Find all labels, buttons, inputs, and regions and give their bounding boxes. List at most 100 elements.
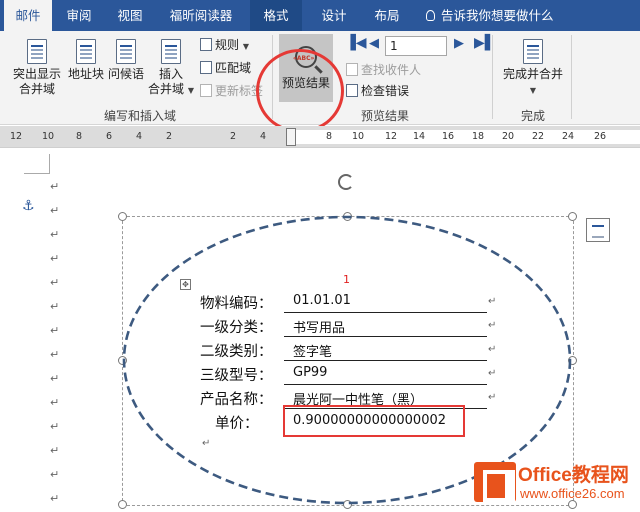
match-fields-label: 匹配域 [215,61,252,75]
highlight-circle [256,49,344,133]
group-separator [571,35,572,119]
find-recipient-label: 查找收件人 [361,63,422,77]
watermark-title: Office教程网 [518,465,629,486]
rules-icon [200,38,212,51]
match-fields-icon [200,61,212,74]
underline [284,312,487,313]
group-separator [492,35,493,119]
tab-design[interactable]: 设计 [308,0,360,31]
tab-foxit-reader[interactable]: 福昕阅读器 [158,0,244,31]
ruler-number: 24 [562,131,575,142]
table-move-handle-icon[interactable]: ✥ [180,279,191,290]
ruler-number: 10 [42,131,55,142]
unit-price-highlight-box [283,405,465,437]
field-label-unit-price: 单价： [215,416,259,432]
highlight-fields-icon [27,39,47,64]
check-errors-icon [346,84,358,97]
underline [284,336,487,337]
ruler-number: 20 [502,131,515,142]
tell-me-box[interactable]: 告诉我你想要做什么 [426,0,554,31]
field-label-material-code: 物料编码： [200,296,273,312]
greeting-line-label: 问候语 [107,67,144,81]
cell-mark: ↵ [488,392,497,403]
highlight-fields-label-1: 突出显示 [12,67,61,81]
ruler-number: 6 [106,131,113,142]
ruler-number: 10 [352,131,365,142]
chevron-down-icon: ▼ [187,86,194,95]
lightbulb-icon [426,10,435,21]
field-label-category-1: 一级分类： [200,320,273,336]
group-label-write-insert: 编写和插入域 [103,109,176,123]
document-area[interactable]: ⚓ ↵ ↵ ↵ ↵ ↵ ↵ ↵ ↵ ↵ ↵ ↵ ↵ ↵ ↵ 1 ✥ 物料编码： … [0,148,640,512]
next-record-button[interactable]: ▶ [454,36,464,51]
horizontal-ruler[interactable]: 12 10 8 6 4 2 2 4 8 10 12 14 16 18 20 22… [0,126,640,148]
match-fields-button[interactable]: 匹配域 [200,60,251,76]
insert-merge-field-label-2: 合并域 [148,82,185,96]
field-label-product-name: 产品名称： [200,392,273,408]
chevron-down-icon: ▼ [242,42,249,51]
chevron-down-icon: ▼ [529,86,537,95]
ruler-number: 4 [260,131,267,142]
finish-merge-label: 完成并合并 [502,67,563,81]
update-labels-icon [200,84,212,97]
cell-mark: ↵ [488,344,497,355]
field-label-category-2: 二级类别： [200,344,273,360]
highlight-merge-fields-button[interactable]: 突出显示 合并域 [10,39,64,97]
rules-button[interactable]: 规则 ▼ [200,37,249,55]
field-value-category-2[interactable]: 签字笔 [293,341,332,360]
tab-layout[interactable]: 布局 [364,0,410,31]
record-number-input[interactable]: 1 [385,36,447,56]
watermark-url: www.office26.com [520,486,625,501]
field-value-material-code[interactable]: 01.01.01 [293,293,351,308]
find-recipient-icon [346,63,358,76]
address-block-button[interactable]: 地址块 [66,39,106,82]
ribbon-tab-bar: 邮件 审阅 视图 福昕阅读器 格式 设计 布局 告诉我你想要做什么 [0,0,640,31]
field-value-category-1[interactable]: 书写用品 [293,317,345,336]
tell-me-text: 告诉我你想要做什么 [441,8,554,23]
ruler-number: 18 [472,131,485,142]
underline [284,384,487,385]
tab-review[interactable]: 审阅 [56,0,102,31]
ruler-number: 16 [442,131,455,142]
finish-merge-icon [523,39,543,64]
ruler-number: 4 [136,131,143,142]
address-block-label: 地址块 [67,67,104,81]
insert-merge-field-icon [161,39,181,64]
ribbon: 突出显示 合并域 地址块 问候语 插入 合并域 ▼ 规则 ▼ 匹配域 更新标签 … [0,31,640,133]
field-value-model[interactable]: GP99 [293,365,327,380]
first-record-button[interactable]: ▐◀ [345,35,367,51]
watermark-logo: Office教程网 www.office26.com [474,456,640,512]
cell-mark: ↵ [488,296,497,307]
indent-marker[interactable] [286,128,296,146]
previous-record-button[interactable]: ◀ [369,36,379,51]
page-number: 1 [343,273,350,286]
tab-mailings[interactable]: 邮件 [4,0,52,31]
find-recipient-button[interactable]: 查找收件人 [346,62,421,78]
ruler-text-area [291,130,640,144]
check-errors-button[interactable]: 检查错误 [346,83,409,99]
cell-mark: ↵ [488,320,497,331]
ruler-number: 2 [230,131,237,142]
group-label-preview: 预览结果 [360,109,409,123]
ruler-number: 8 [326,131,333,142]
finish-merge-button[interactable]: 完成并合并 ▼ [500,39,566,98]
paragraph-mark: ↵ [202,438,211,449]
insert-merge-field-label-1: 插入 [158,67,183,81]
tab-format[interactable]: 格式 [250,0,302,31]
rules-label: 规则 [215,38,240,52]
highlight-fields-label-2: 合并域 [18,82,55,96]
insert-merge-field-button[interactable]: 插入 合并域 ▼ [146,39,196,98]
ruler-number: 2 [166,131,173,142]
check-errors-label: 检查错误 [361,84,410,98]
office-logo-icon [474,462,516,502]
ruler-number: 8 [76,131,83,142]
greeting-line-button[interactable]: 问候语 [106,39,146,82]
ruler-number: 14 [413,131,426,142]
cell-mark: ↵ [488,368,497,379]
field-label-model: 三级型号： [200,368,273,384]
update-labels-button[interactable]: 更新标签 [200,83,263,99]
ruler-number: 26 [594,131,607,142]
tab-view[interactable]: 视图 [108,0,152,31]
ruler-number: 12 [385,131,398,142]
group-label-finish: 完成 [520,109,545,123]
